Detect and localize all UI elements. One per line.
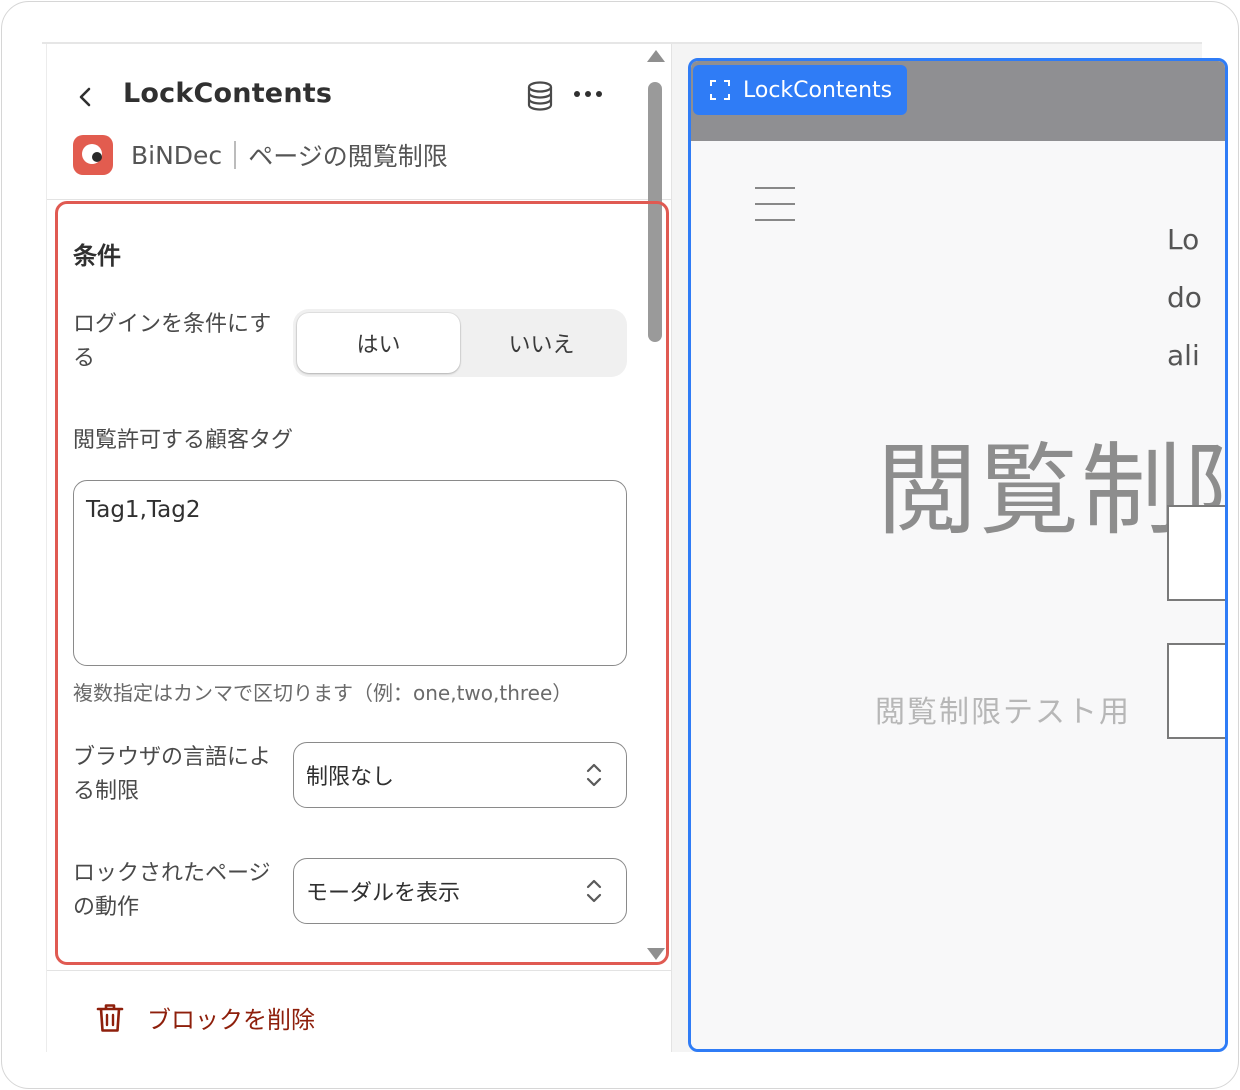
preview-input-box[interactable] (1167, 505, 1225, 601)
section-title: 条件 (73, 242, 121, 270)
preview-text-line: do (1167, 281, 1202, 314)
app-logo (73, 135, 113, 175)
customer-tags-label: 閲覧許可する顧客タグ (73, 428, 294, 453)
divider (47, 970, 671, 971)
chevron-up-down-icon (586, 879, 602, 903)
locked-page-behavior-label: ロックされたページの動作 (73, 861, 271, 920)
preview-selected-block[interactable]: LockContents Lo do 閲覧制限 ali 閲覧制限テスト用 (688, 58, 1228, 1052)
scroll-up-arrow-icon[interactable] (647, 50, 665, 62)
more-horizontal-icon[interactable] (571, 80, 607, 108)
preview-subtitle: 閲覧制限テスト用 (875, 695, 1131, 730)
trash-icon (96, 1003, 124, 1032)
delete-block-button[interactable]: ブロックを削除 (95, 1000, 315, 1035)
browser-language-select[interactable]: 制限なし (293, 742, 627, 808)
database-icon[interactable] (525, 80, 555, 112)
locked-page-behavior-select[interactable]: モーダルを表示 (293, 858, 627, 924)
login-condition-toggle: はい いいえ (293, 309, 627, 377)
divider (47, 199, 671, 200)
hamburger-icon[interactable] (755, 187, 795, 223)
chevron-up-down-icon (586, 763, 602, 787)
chevron-left-icon[interactable] (75, 86, 97, 108)
customer-tags-help: 複数指定はカンマで区切ります（例：one,two,three） (73, 681, 573, 705)
scroll-down-arrow-icon[interactable] (647, 948, 665, 960)
app-name: BiNDec (131, 140, 223, 170)
preview-block-tab[interactable]: LockContents (693, 65, 907, 115)
login-yes-option[interactable]: はい (297, 313, 460, 373)
frame-icon (710, 80, 730, 100)
login-condition-label: ログインを条件にする (73, 312, 272, 371)
block-title: LockContents (123, 78, 333, 109)
preview-text-line: ali (1167, 339, 1200, 372)
app-description: ページの閲覧制限 (248, 142, 448, 171)
preview-page: Lo do 閲覧制限 ali 閲覧制限テスト用 (691, 141, 1225, 1049)
preview-text-line: Lo (1167, 223, 1200, 256)
preview-tab-label: LockContents (743, 77, 893, 103)
settings-panel: LockContents BiNDec ページの閲覧制限 条件 ログインを条件に… (46, 44, 672, 1052)
app-separator (234, 141, 237, 169)
locked-page-behavior-value: モーダルを表示 (306, 881, 461, 906)
browser-language-value: 制限なし (306, 765, 395, 790)
scrollbar-thumb[interactable] (648, 82, 662, 342)
customer-tags-input[interactable]: Tag1,Tag2 (73, 480, 627, 666)
login-no-option[interactable]: いいえ (460, 313, 623, 373)
browser-language-label: ブラウザの言語による制限 (73, 745, 272, 804)
window-frame: LockContents BiNDec ページの閲覧制限 条件 ログインを条件に… (1, 1, 1239, 1089)
preview-input-box[interactable] (1167, 643, 1225, 739)
delete-block-label: ブロックを削除 (147, 1006, 315, 1034)
app-attribution: BiNDec ページの閲覧制限 (73, 134, 448, 176)
panel-scrollbar[interactable] (645, 44, 669, 970)
